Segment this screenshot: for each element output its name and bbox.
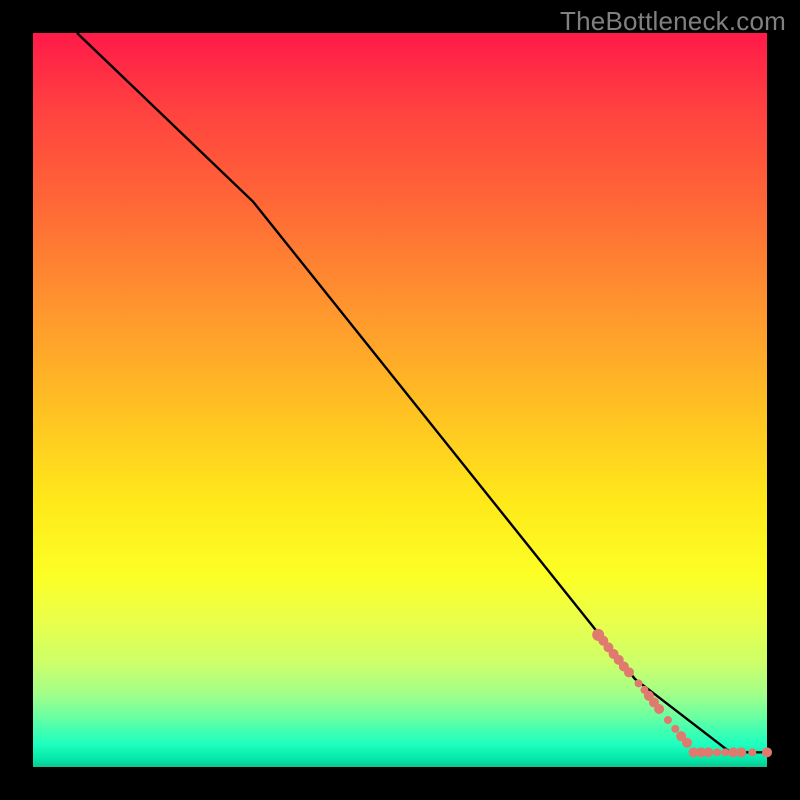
data-marker — [703, 747, 713, 757]
data-marker — [624, 667, 634, 677]
data-marker — [713, 748, 721, 756]
chart-line — [77, 33, 767, 752]
chart-overlay — [33, 33, 767, 767]
data-marker — [682, 738, 692, 748]
data-marker — [762, 747, 772, 757]
chart-frame: TheBottleneck.com — [0, 0, 800, 800]
data-marker — [721, 748, 729, 756]
data-marker — [748, 748, 756, 756]
plot-area — [33, 33, 767, 767]
data-marker — [635, 679, 643, 687]
data-marker — [671, 725, 679, 733]
data-marker — [664, 716, 672, 724]
watermark-text: TheBottleneck.com — [560, 6, 786, 37]
data-marker — [654, 704, 664, 714]
data-marker — [736, 747, 746, 757]
chart-markers — [592, 629, 772, 757]
